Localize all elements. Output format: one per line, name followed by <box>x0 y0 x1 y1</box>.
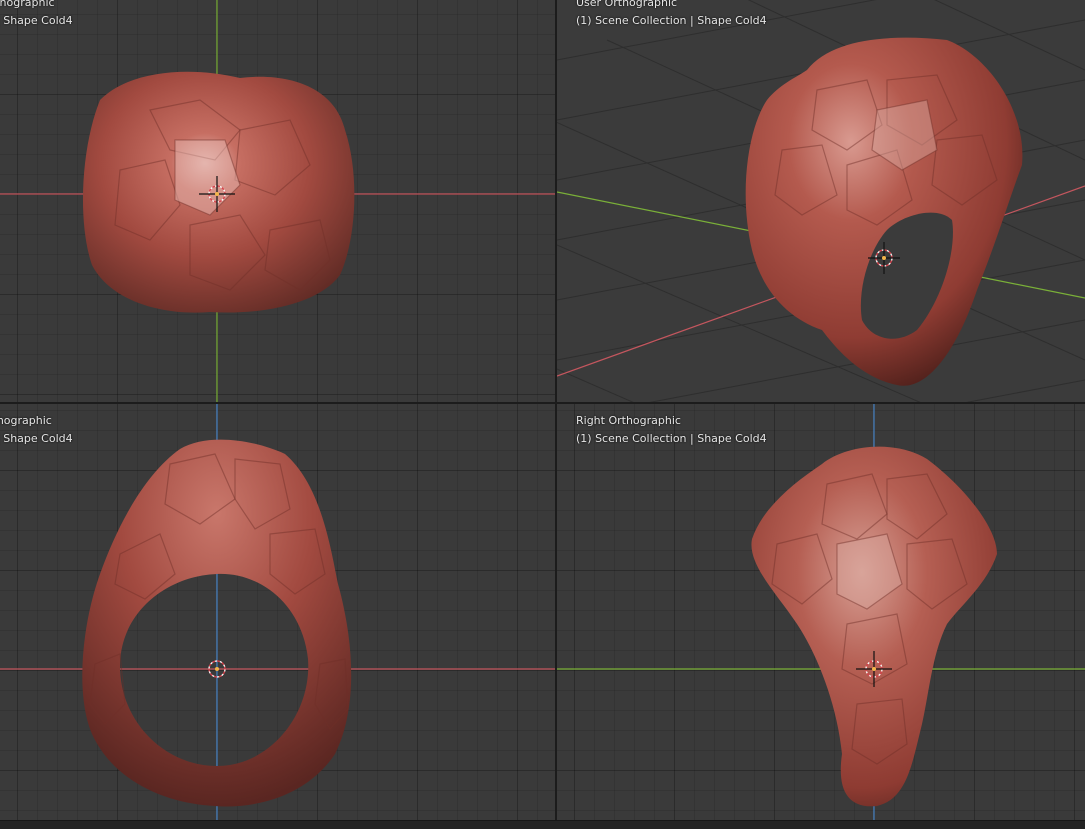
front-view-scene <box>0 404 555 820</box>
viewport-right-orthographic[interactable]: Right Orthographic (1) Scene Collection … <box>557 404 1085 820</box>
viewport-user-orthographic[interactable]: User Orthographic (1) Scene Collection |… <box>557 0 1085 402</box>
viewport-top-orthographic[interactable]: Top Orthographic (1) Scene Collection | … <box>0 0 555 402</box>
view-label: User Orthographic <box>576 0 678 9</box>
collection-label: (1) Scene Collection | Shape Cold4 <box>576 14 767 27</box>
view-label: Front Orthographic <box>0 414 52 427</box>
ring-mesh-right[interactable] <box>751 446 997 807</box>
top-view-scene <box>0 0 555 402</box>
right-view-scene <box>557 404 1085 820</box>
user-view-scene <box>557 0 1085 402</box>
collection-label: (1) Scene Collection | Shape Cold4 <box>0 432 73 445</box>
viewport-divider-horizontal[interactable] <box>0 402 1085 404</box>
viewport-divider-vertical[interactable] <box>555 0 557 820</box>
collection-label: (1) Scene Collection | Shape Cold4 <box>0 14 73 27</box>
viewport-quad-view: Top Orthographic (1) Scene Collection | … <box>0 0 1085 829</box>
view-label: Top Orthographic <box>0 0 55 9</box>
view-label: Right Orthographic <box>576 414 681 427</box>
viewport-front-orthographic[interactable]: Front Orthographic (1) Scene Collection … <box>0 404 555 820</box>
collection-label: (1) Scene Collection | Shape Cold4 <box>576 432 767 445</box>
